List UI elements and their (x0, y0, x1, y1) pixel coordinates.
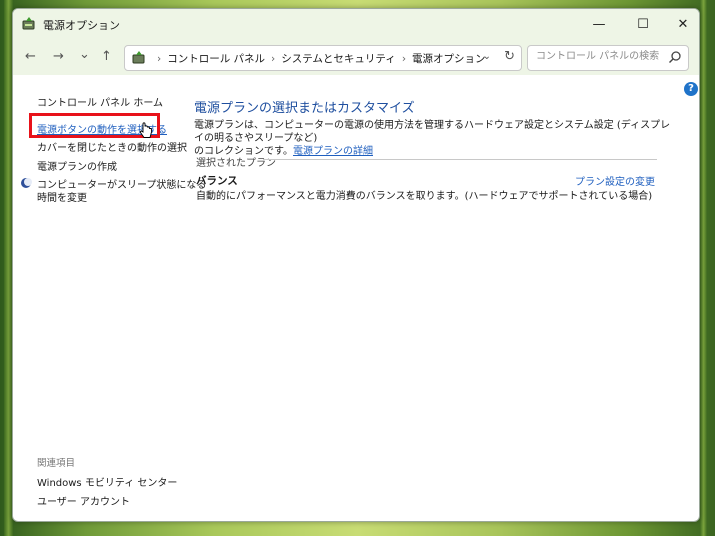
breadcrumb: › コントロール パネル › システムとセキュリティ › 電源オプション (151, 51, 486, 66)
sleep-moon-icon (21, 178, 32, 188)
breadcrumb-power-options[interactable]: 電源オプション (412, 53, 486, 65)
help-icon[interactable]: ? (684, 82, 698, 96)
page-title: 電源プランの選択またはカスタマイズ (194, 101, 415, 116)
hand-cursor-icon (139, 122, 152, 138)
search-input[interactable] (534, 50, 666, 63)
page-description: 電源プランは、コンピューターの電源の使用方法を管理するハードウェア設定とシステム… (194, 119, 674, 158)
chevron-right-icon: › (157, 53, 162, 65)
back-button[interactable]: ← (25, 49, 36, 64)
search-box[interactable] (527, 45, 689, 71)
navigation-bar: ← → ⌄ ↑ › コントロール パネル › システムとセキュリティ › 電源オプション … (13, 39, 699, 75)
section-divider (263, 159, 657, 160)
related-items-heading: 関連項目 (37, 458, 76, 469)
title-bar: 電源オプション — ☐ ✕ (13, 9, 699, 39)
chevron-right-icon: › (401, 53, 407, 65)
forward-button[interactable]: → (53, 49, 64, 64)
chevron-down-icon[interactable]: ⌄ (483, 51, 491, 62)
breadcrumb-control-panel[interactable]: コントロール パネル (167, 53, 265, 65)
plan-description: 自動的にパフォーマンスと電力消費のバランスを取ります。(ハードウェアでサポートさ… (196, 191, 653, 202)
power-options-icon (22, 17, 35, 30)
recent-locations-button[interactable]: ⌄ (79, 47, 90, 62)
change-plan-settings-link[interactable]: プラン設定の変更 (575, 173, 655, 188)
control-panel-home-link[interactable]: コントロール パネル ホーム (37, 94, 163, 109)
chevron-right-icon: › (271, 53, 276, 65)
sidebar-item-sleep-time-cont[interactable]: 時間を変更 (37, 189, 87, 204)
close-button[interactable]: ✕ (663, 9, 699, 39)
breadcrumb-system-security[interactable]: システムとセキュリティ (281, 53, 396, 65)
sidebar-item-lid-close[interactable]: カバーを閉じたときの動作の選択 (37, 139, 187, 154)
power-options-window: 電源オプション — ☐ ✕ ← → ⌄ ↑ › コントロール パネル › システムとセ… (12, 8, 700, 522)
power-plan-details-link[interactable]: 電源プランの詳細 (293, 146, 373, 157)
user-accounts-link[interactable]: ユーザー アカウント (37, 493, 130, 508)
window-title: 電源オプション (43, 19, 120, 32)
address-bar[interactable]: › コントロール パネル › システムとセキュリティ › 電源オプション ⌄ ↻ (124, 45, 522, 71)
selected-plan-label: 選択されたプラン (196, 158, 276, 169)
up-button[interactable]: ↑ (101, 49, 112, 64)
control-panel-icon (132, 51, 145, 64)
refresh-button[interactable]: ↻ (504, 49, 515, 64)
description-text: 電源プランは、コンピューターの電源の使用方法を管理するハードウェア設定とシステム… (194, 120, 671, 144)
plan-name: バランス (196, 175, 238, 187)
sidebar-item-create-plan[interactable]: 電源プランの作成 (37, 158, 117, 173)
mobility-center-link[interactable]: Windows モビリティ センター (37, 474, 177, 489)
maximize-button[interactable]: ☐ (623, 9, 663, 39)
minimize-button[interactable]: — (579, 9, 619, 39)
search-icon[interactable] (668, 50, 682, 64)
